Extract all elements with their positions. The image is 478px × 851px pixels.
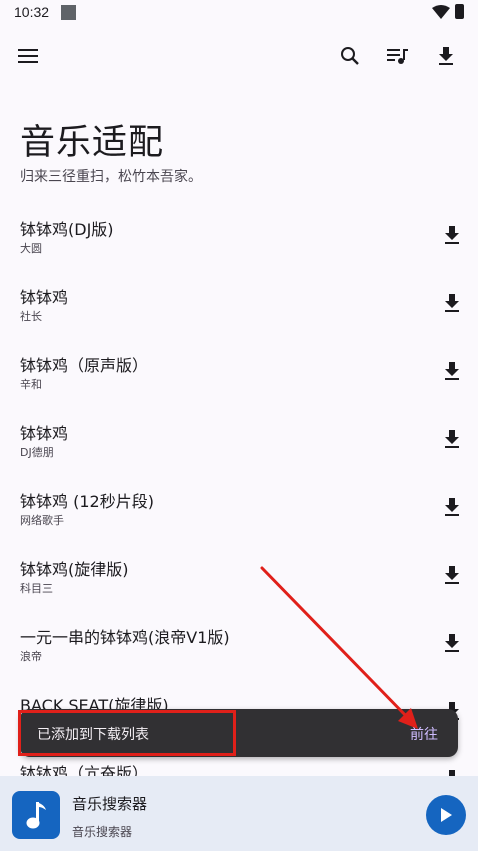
page-subtitle: 归来三径重扫，松竹本吾家。 [20,169,202,185]
snackbar-action-button[interactable]: 前往 [410,724,438,744]
song-artist: 辛和 [20,378,42,391]
song-title: 钵钵鸡（原声版） [20,356,149,375]
snackbar: 已添加到下载列表 前往 [20,709,458,757]
song-artist: 浪帝 [20,650,42,663]
song-item[interactable]: 钵钵鸡(DJ版) 大圆 [0,202,478,270]
player-subtitle: 音乐搜索器 [72,825,133,839]
song-title: 钵钵鸡 (12秒片段) [20,492,154,511]
song-download-icon[interactable] [437,424,467,454]
song-download-icon[interactable] [437,288,467,318]
song-download-icon[interactable] [437,628,467,658]
song-artist: 科目三 [20,582,53,595]
page-title: 音乐适配 [20,123,165,163]
music-note-icon [12,791,60,839]
song-title: 钵钵鸡 [20,424,69,443]
song-title: 钵钵鸡(DJ版) [20,220,114,239]
song-download-icon[interactable] [437,492,467,522]
song-item[interactable]: 钵钵鸡(旋律版) 科目三 [0,542,478,610]
song-artist: 社长 [20,310,42,323]
song-title: 钵钵鸡 [20,288,69,307]
mini-player[interactable]: 音乐搜索器 音乐搜索器 [0,776,478,851]
song-artist: DJ德朋 [20,446,54,459]
search-icon[interactable] [330,36,370,76]
toolbar [0,32,478,80]
song-download-icon[interactable] [437,356,467,386]
song-download-icon[interactable] [437,220,467,250]
status-time: 10:32 [14,4,50,20]
play-icon[interactable] [426,795,466,835]
wifi-icon [432,5,450,19]
battery-icon [455,4,464,19]
player-title: 音乐搜索器 [72,795,148,813]
song-title: 钵钵鸡(旋律版) [20,560,129,579]
snackbar-message: 已添加到下载列表 [37,727,149,743]
download-icon[interactable] [426,36,466,76]
song-item[interactable]: 钵钵鸡 (12秒片段) 网络歌手 [0,474,478,542]
hamburger-menu-icon[interactable] [8,36,48,76]
song-download-icon[interactable] [437,560,467,590]
song-item[interactable]: 一元一串的钵钵鸡(浪帝V1版) 浪帝 [0,610,478,678]
queue-music-icon[interactable] [378,36,418,76]
song-title: 一元一串的钵钵鸡(浪帝V1版) [20,628,230,647]
song-item[interactable]: 钵钵鸡（原声版） 辛和 [0,338,478,406]
song-artist: 网络歌手 [20,514,64,527]
status-bar: 10:32 [0,0,478,26]
song-item[interactable]: 钵钵鸡 DJ德朋 [0,406,478,474]
notification-icon [61,5,76,20]
song-artist: 大圆 [20,242,42,255]
song-item[interactable]: 钵钵鸡 社长 [0,270,478,338]
